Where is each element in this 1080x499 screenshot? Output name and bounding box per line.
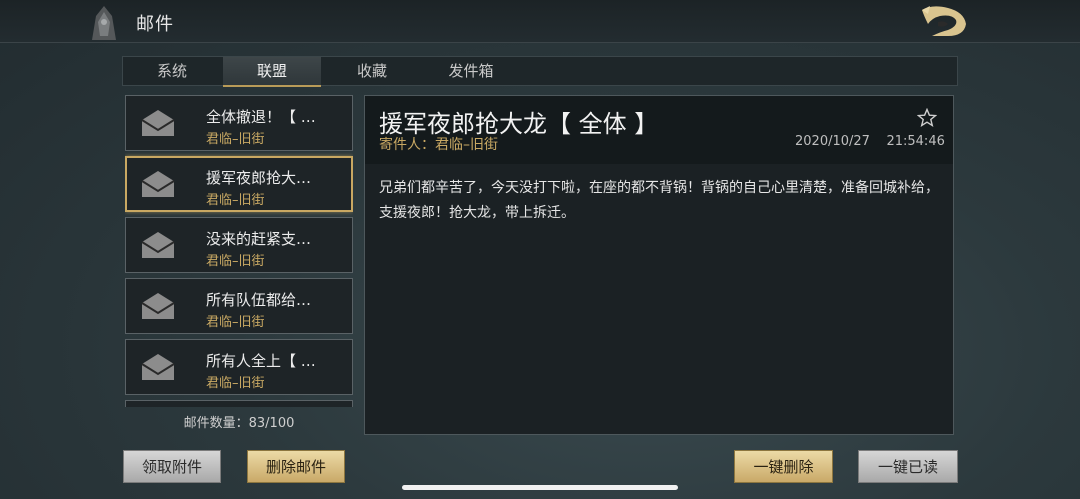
delete-mail-button[interactable]: 删除邮件 [247,450,345,483]
tab-system[interactable]: 系统 [123,57,221,85]
envelope-icon [141,171,175,197]
mail-subject: 全体撤退！【 … [206,108,316,126]
tab-favorites[interactable]: 收藏 [323,57,421,85]
mail-sender: 君临–旧街 [206,376,265,391]
mark-all-read-button[interactable]: 一键已读 [858,450,958,483]
mail-detail-header: 援军夜郎抢大龙【 全体 】 寄件人：君临–旧街 2020/10/27 21:54… [365,96,953,164]
mail-list-item[interactable]: 所有人全上【 … 君临–旧街 [125,339,353,395]
envelope-icon [141,354,175,380]
page-title: 邮件 [136,14,174,35]
envelope-icon [141,232,175,258]
sender-name: 君临–旧街 [435,137,498,153]
mail-count: 邮件数量：83/100 [183,416,295,431]
delete-all-button[interactable]: 一键删除 [734,450,833,483]
mail-subject: 没来的赶紧支… [206,230,312,248]
mail-list-item[interactable]: 没来的赶紧支… 君临–旧街 [125,217,353,273]
mail-list-item[interactable]: 全体撤退！【 … 君临–旧街 [125,95,353,151]
claim-attachments-button[interactable]: 领取附件 [123,450,221,483]
mail-date: 2020/10/27 [795,134,870,149]
mail-body: 兄弟们都辛苦了，今天没打下啦，在座的都不背锅！背锅的自己心里清楚，准备回城补给，… [379,180,939,221]
dragon-back-button-icon[interactable] [918,2,970,40]
tab-alliance[interactable]: 联盟 [223,57,321,87]
mail-subject: 所有队伍都给… [206,291,312,309]
envelope-icon [141,293,175,319]
mail-list-item-selected[interactable]: 援军夜郎抢大… 君临–旧街 [125,156,353,212]
home-indicator[interactable] [402,485,678,490]
mail-time: 21:54:46 [886,134,945,149]
mail-list[interactable]: 全体撤退！【 … 君临–旧街 援军夜郎抢大… 君临–旧街 没来的赶紧支… 君临–… [125,95,353,407]
mail-subject: 所有人全上【 … [206,352,316,370]
mail-sender: 君临–旧街 [206,132,265,147]
helmet-ornament-icon [92,6,116,40]
envelope-icon [141,110,175,136]
mail-detail-panel: 援军夜郎抢大龙【 全体 】 寄件人：君临–旧街 2020/10/27 21:54… [364,95,954,435]
top-bar: 邮件 [0,0,1080,43]
star-favorite-icon[interactable] [917,108,937,128]
mail-tab-bar: 系统 联盟 收藏 发件箱 [122,56,958,87]
mail-list-item[interactable]: 所有队伍都给… 君临–旧街 [125,278,353,334]
mail-timestamp: 2020/10/27 21:54:46 [795,134,945,149]
mail-detail-sender-line: 寄件人：君临–旧街 [379,134,498,154]
mail-sender: 君临–旧街 [206,315,265,330]
tab-outbox[interactable]: 发件箱 [421,57,521,85]
mail-sender: 君临–旧街 [206,193,265,208]
mail-list-item-partial[interactable] [125,400,353,407]
mail-subject: 援军夜郎抢大… [206,169,312,187]
sender-label: 寄件人： [379,137,435,153]
mail-sender: 君临–旧街 [206,254,265,269]
